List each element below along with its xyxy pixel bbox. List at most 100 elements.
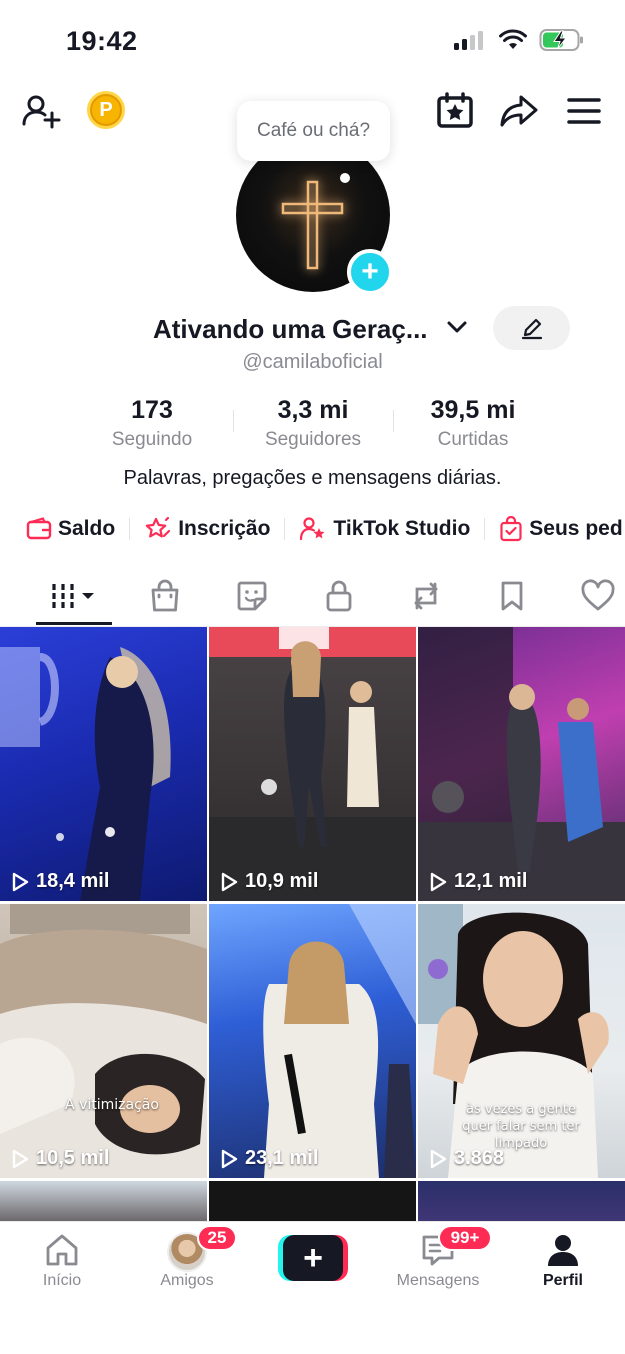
- view-count: 3.868: [428, 1147, 504, 1170]
- view-count: 23,1 mil: [219, 1147, 318, 1170]
- video-thumbnail[interactable]: [0, 1181, 207, 1221]
- battery-charging-icon: [539, 29, 583, 51]
- video-thumbnail[interactable]: [418, 1181, 625, 1221]
- stat-label: Curtidas: [437, 429, 509, 450]
- view-count: 10,9 mil: [219, 870, 318, 893]
- subscription-star-icon: [145, 516, 171, 538]
- plus-icon: +: [283, 1235, 343, 1281]
- stat-value: 39,5 mi: [430, 396, 516, 424]
- profile-shortcuts: Saldo Inscrição TikTok Studio Seus ped: [26, 513, 623, 545]
- profile-stats: 173 Seguindo 3,3 mi Seguidores 39,5 mi C…: [0, 396, 625, 456]
- concert-stage-image: [418, 627, 625, 901]
- stat-label: Seguidores: [264, 429, 362, 450]
- shortcut-tiktok-studio[interactable]: TikTok Studio: [299, 516, 470, 542]
- nav-label: Mensagens: [396, 1272, 480, 1289]
- bottom-navigation: Início Amigos 25 + Mensagens 99+ Perfil: [0, 1221, 625, 1354]
- shopping-bag-icon: [500, 516, 522, 542]
- video-caption: A vitimização: [65, 1097, 159, 1113]
- profile-bio: Palavras, pregações e mensagens diárias.: [123, 467, 502, 489]
- stat-likes[interactable]: 39,5 mi Curtidas: [403, 396, 543, 451]
- menu-button[interactable]: [561, 88, 607, 134]
- stat-divider: [393, 410, 394, 432]
- status-icons: [453, 28, 585, 52]
- stat-label: Seguindo: [111, 429, 193, 450]
- coin-p-icon: P: [99, 98, 113, 121]
- worship-stage-image: [209, 627, 416, 901]
- tab-videos[interactable]: [44, 571, 104, 621]
- profile-person-icon: [548, 1235, 578, 1266]
- shortcut-balance[interactable]: Saldo: [26, 517, 115, 541]
- play-icon: [430, 872, 447, 891]
- video-thumbnail[interactable]: 18,4 mil: [0, 627, 207, 901]
- name-row: Ativando uma Geraç...: [0, 306, 625, 350]
- view-count-text: 18,4 mil: [36, 870, 110, 892]
- play-icon: [12, 872, 29, 891]
- sticker-icon: [237, 581, 267, 611]
- tab-reposts[interactable]: [396, 571, 456, 621]
- stat-following[interactable]: 173 Seguindo: [92, 396, 212, 451]
- video-thumbnail[interactable]: A vitimização 10,5 mil: [0, 904, 207, 1178]
- nav-label: Perfil: [542, 1272, 583, 1289]
- shortcut-label: TikTok Studio: [333, 517, 471, 540]
- video-thumbnail[interactable]: 23,1 mil: [209, 904, 416, 1178]
- shortcut-orders[interactable]: Seus ped: [499, 516, 623, 542]
- grid-icon: [52, 584, 94, 608]
- create-button[interactable]: +: [278, 1235, 348, 1281]
- edit-profile-button[interactable]: [493, 306, 570, 350]
- nav-home[interactable]: Início: [7, 1232, 117, 1290]
- tab-favorites[interactable]: [482, 571, 542, 621]
- note-bubble[interactable]: Café ou chá?: [237, 101, 390, 161]
- add-user-icon: [22, 95, 61, 129]
- tab-shop[interactable]: [135, 571, 195, 621]
- shortcut-divider: [129, 518, 131, 540]
- stat-value: 3,3 mi: [277, 396, 349, 424]
- active-tab-indicator: [36, 622, 112, 625]
- profile-tabs: [0, 571, 625, 627]
- lock-icon: [326, 580, 352, 612]
- coins-button[interactable]: P: [87, 91, 125, 129]
- shopping-bag-icon: [151, 579, 179, 612]
- home-icon: [46, 1234, 78, 1266]
- video-grid: 18,4 mil 10,9 mil 12,1 mil A vitimização…: [0, 627, 625, 1221]
- add-story-button[interactable]: +: [347, 249, 393, 295]
- view-count-text: 3.868: [454, 1147, 505, 1169]
- view-count: 18,4 mil: [10, 870, 109, 893]
- share-profile-button[interactable]: [496, 88, 542, 134]
- video-thumbnail[interactable]: 12,1 mil: [418, 627, 625, 901]
- play-icon: [12, 1149, 29, 1168]
- shortcut-divider: [284, 518, 286, 540]
- status-time: 19:42: [66, 26, 138, 56]
- shortcut-divider: [484, 518, 486, 540]
- play-icon: [430, 1149, 447, 1168]
- nav-profile[interactable]: Perfil: [508, 1232, 618, 1290]
- wallet-icon: [26, 517, 52, 540]
- stat-divider: [233, 410, 234, 432]
- add-friend-button[interactable]: [18, 88, 64, 134]
- singer-stage-image: [0, 647, 171, 901]
- video-thumbnail[interactable]: às vezes a gente quer falar sem ter limp…: [418, 904, 625, 1178]
- chevron-down-icon[interactable]: [446, 318, 468, 336]
- video-thumbnail[interactable]: [209, 1181, 416, 1221]
- shortcut-label: Seus ped: [529, 517, 623, 540]
- shortcut-label: Saldo: [58, 517, 116, 540]
- tab-liked[interactable]: [568, 571, 625, 621]
- person-resting-image: [0, 904, 207, 1178]
- view-count-text: 23,1 mil: [245, 1147, 319, 1169]
- view-count-text: 10,9 mil: [245, 870, 319, 892]
- video-caption: às vezes a gente quer falar sem ter limp…: [462, 1102, 580, 1151]
- events-calendar-button[interactable]: [432, 88, 478, 134]
- cellular-signal-icon: [454, 31, 483, 50]
- stat-followers[interactable]: 3,3 mi Seguidores: [243, 396, 383, 451]
- shortcut-subscription[interactable]: Inscrição: [144, 516, 270, 542]
- display-name[interactable]: Ativando uma Geraç...: [153, 314, 428, 345]
- friends-badge: 25: [197, 1225, 237, 1251]
- view-count: 12,1 mil: [428, 870, 527, 893]
- nav-label: Início: [42, 1272, 82, 1289]
- shortcut-label: Inscrição: [178, 517, 271, 540]
- video-thumbnail[interactable]: 10,9 mil: [209, 627, 416, 901]
- note-bubble-tail: [340, 173, 350, 183]
- view-count-text: 10,5 mil: [36, 1147, 110, 1169]
- messages-badge: 99+: [438, 1225, 492, 1251]
- tab-stickers[interactable]: [222, 571, 282, 621]
- tab-private[interactable]: [309, 571, 369, 621]
